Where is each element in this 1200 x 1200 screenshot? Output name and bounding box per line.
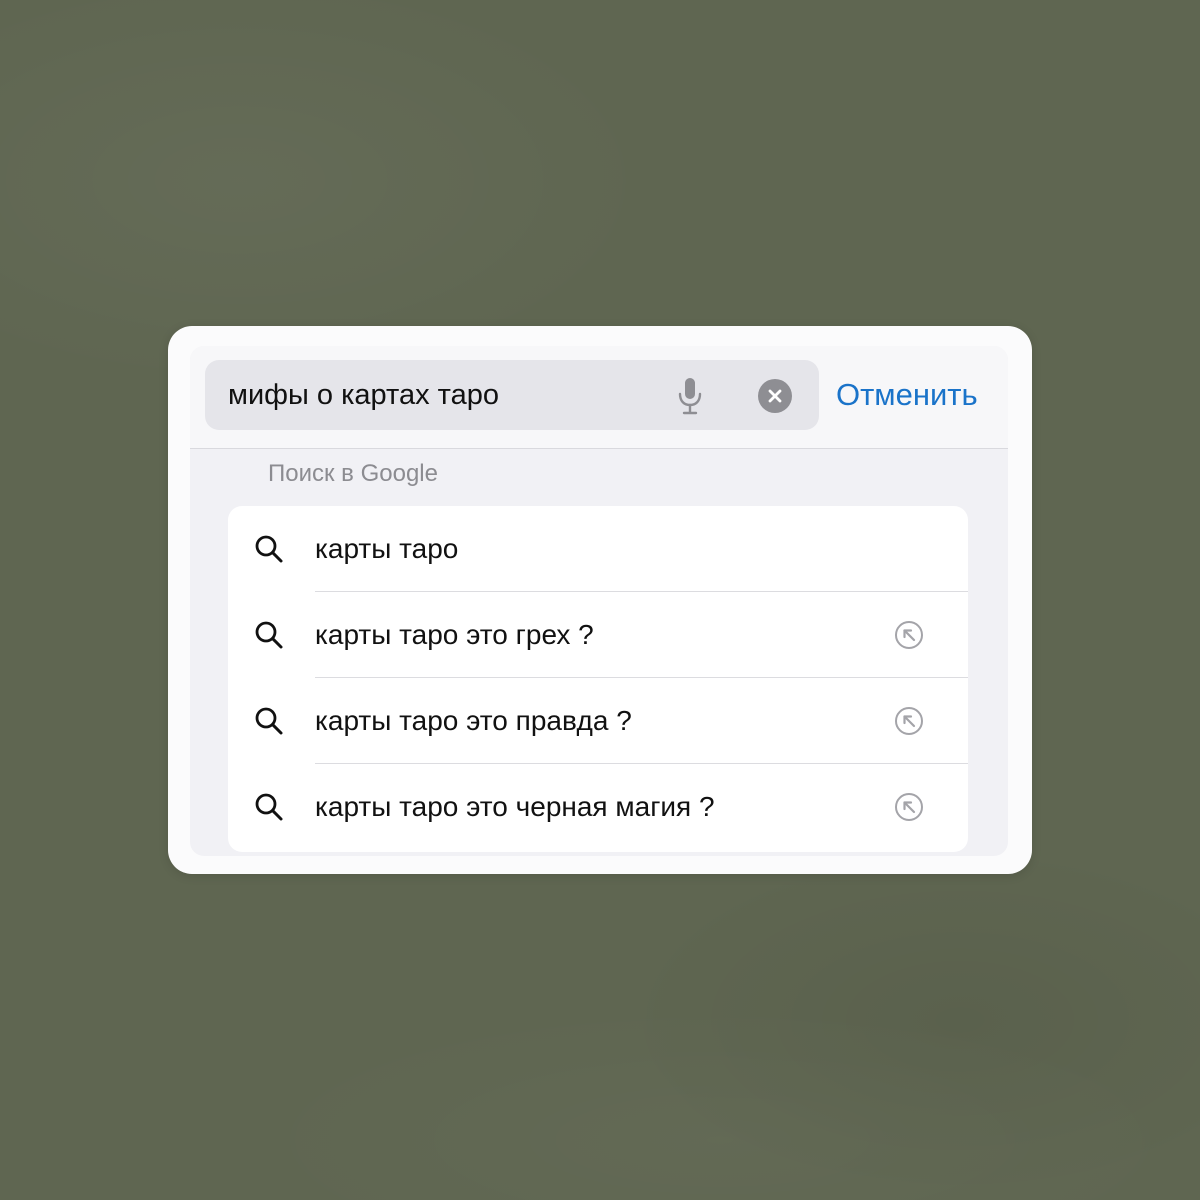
suggestion-text: карты таро [315, 533, 459, 564]
arrow-up-left-circle-icon[interactable] [894, 792, 924, 822]
search-panel: мифы о картах таро Отменить Поиск в Goog… [190, 346, 1008, 856]
suggestion-row[interactable]: карты таро [228, 506, 968, 592]
search-field[interactable]: мифы о картах таро [205, 360, 819, 430]
microphone-icon[interactable] [675, 376, 705, 416]
cancel-button[interactable]: Отменить [836, 360, 978, 430]
suggestion-text: карты таро это грех ? [315, 619, 594, 650]
arrow-up-left-circle-icon[interactable] [894, 620, 924, 650]
suggestion-text: карты таро это правда ? [315, 705, 632, 736]
search-query-text[interactable]: мифы о картах таро [228, 360, 499, 430]
suggestion-row[interactable]: карты таро это грех ? [228, 592, 968, 678]
suggestion-row[interactable]: карты таро это черная магия ? [228, 764, 968, 850]
arrow-up-left-circle-icon[interactable] [894, 706, 924, 736]
magnifier-icon [255, 535, 283, 563]
suggestion-row[interactable]: карты таро это правда ? [228, 678, 968, 764]
suggestion-list: карты таро карты таро это грех ? карты т… [228, 506, 968, 852]
magnifier-icon [255, 707, 283, 735]
magnifier-icon [255, 793, 283, 821]
search-card: мифы о картах таро Отменить Поиск в Goog… [168, 326, 1032, 874]
section-title: Поиск в Google [268, 460, 438, 487]
magnifier-icon [255, 621, 283, 649]
clear-circle-icon[interactable] [758, 379, 792, 413]
search-header: мифы о картах таро Отменить [190, 346, 1008, 449]
suggestion-text: карты таро это черная магия ? [315, 791, 715, 822]
